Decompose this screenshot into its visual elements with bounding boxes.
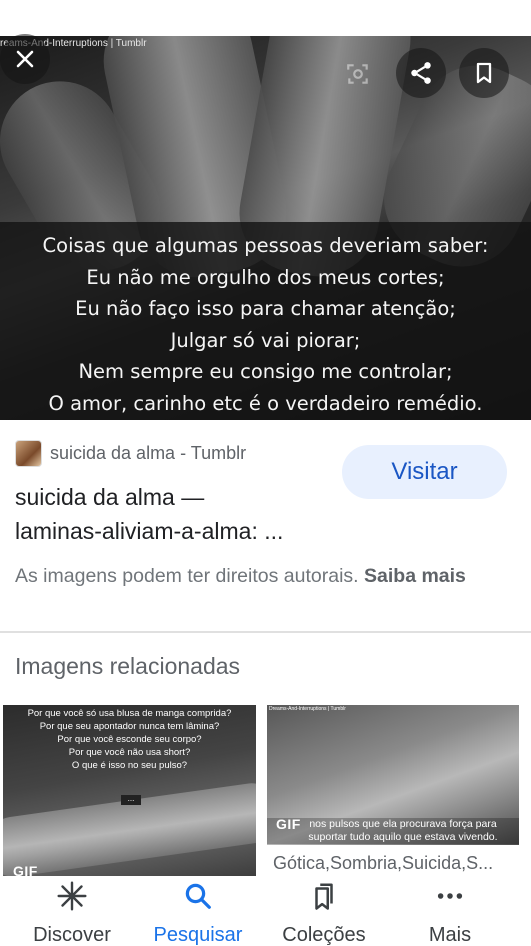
status-bar-area — [0, 0, 531, 36]
share-button[interactable] — [396, 48, 446, 98]
bookmark-icon — [476, 62, 492, 84]
lens-button[interactable] — [340, 56, 376, 92]
save-button[interactable] — [459, 48, 509, 98]
nav-colecoes[interactable]: Coleções — [259, 876, 389, 946]
nav-pesquisar[interactable]: Pesquisar — [133, 876, 263, 946]
result-title[interactable]: suicida da alma — laminas-aliviam-a-alma… — [15, 480, 335, 548]
caption-line: Nem sempre eu consigo me controlar; — [78, 360, 453, 383]
caption-line: O amor, carinho etc é o verdadeiro reméd… — [48, 391, 483, 415]
related-image-thumbnail[interactable]: Dreams-And-Interruptions | Tumblr nos pu… — [267, 705, 519, 845]
thumbnail-watermark: Dreams-And-Interruptions | Tumblr — [269, 706, 346, 712]
lens-icon — [347, 64, 368, 84]
source-name: suicida da alma - Tumblr — [50, 443, 247, 463]
source-row[interactable]: suicida da alma - Tumblr — [15, 440, 246, 467]
caption-line: Julgar só vai piorar; — [170, 328, 361, 352]
asterisk-icon — [7, 876, 137, 916]
caption-line: Coisas que algumas pessoas deveriam sabe… — [42, 234, 489, 257]
caption-line: Eu não faço isso para chamar atenção; — [75, 297, 456, 320]
divider — [0, 631, 531, 633]
result-title-line: laminas-aliviam-a-alma: ... — [15, 518, 284, 544]
thumbnail-text: nos pulsos que ela procurava força para … — [267, 818, 519, 844]
nav-mais[interactable]: Mais — [385, 876, 515, 946]
bottom-navigation: Discover Pesquisar Coleções Mais — [0, 876, 531, 946]
image-caption: Coisas que algumas pessoas deveriam sabe… — [0, 230, 531, 419]
related-images-heading: Imagens relacionadas — [15, 653, 241, 679]
related-image-label[interactable]: Gótica,Sombria,Suicida,S... — [273, 853, 493, 874]
copyright-notice: As imagens podem ter direitos autorais. … — [15, 562, 515, 590]
nav-label: Pesquisar — [153, 924, 243, 946]
close-button[interactable] — [0, 34, 50, 84]
share-icon — [411, 62, 431, 84]
collections-icon — [259, 876, 389, 916]
related-image-thumbnail[interactable]: Por que você só usa blusa de manga compr… — [3, 705, 256, 880]
result-title-line: suicida da alma — — [15, 484, 205, 510]
nav-label: Mais — [428, 924, 472, 946]
caption-line: Eu não me orgulho dos meus cortes; — [86, 265, 445, 289]
more-horizontal-icon — [385, 876, 515, 916]
visit-button[interactable]: Visitar — [342, 445, 507, 499]
search-icon — [133, 876, 263, 916]
copyright-text: As imagens podem ter direitos autorais. — [15, 565, 359, 587]
site-favicon — [15, 440, 42, 467]
nav-label: Discover — [33, 924, 111, 946]
close-icon — [16, 50, 34, 68]
main-image[interactable]: reams-And-Interruptions | Tumblr Coisas … — [0, 36, 531, 420]
gif-badge: GIF — [276, 816, 301, 832]
nav-label: Coleções — [282, 924, 366, 946]
nav-discover[interactable]: Discover — [7, 876, 137, 946]
learn-more-link[interactable]: Saiba mais — [364, 565, 466, 587]
thumbnail-dots: ... — [121, 795, 141, 805]
thumbnail-text: Por que você só usa blusa de manga compr… — [27, 708, 232, 771]
